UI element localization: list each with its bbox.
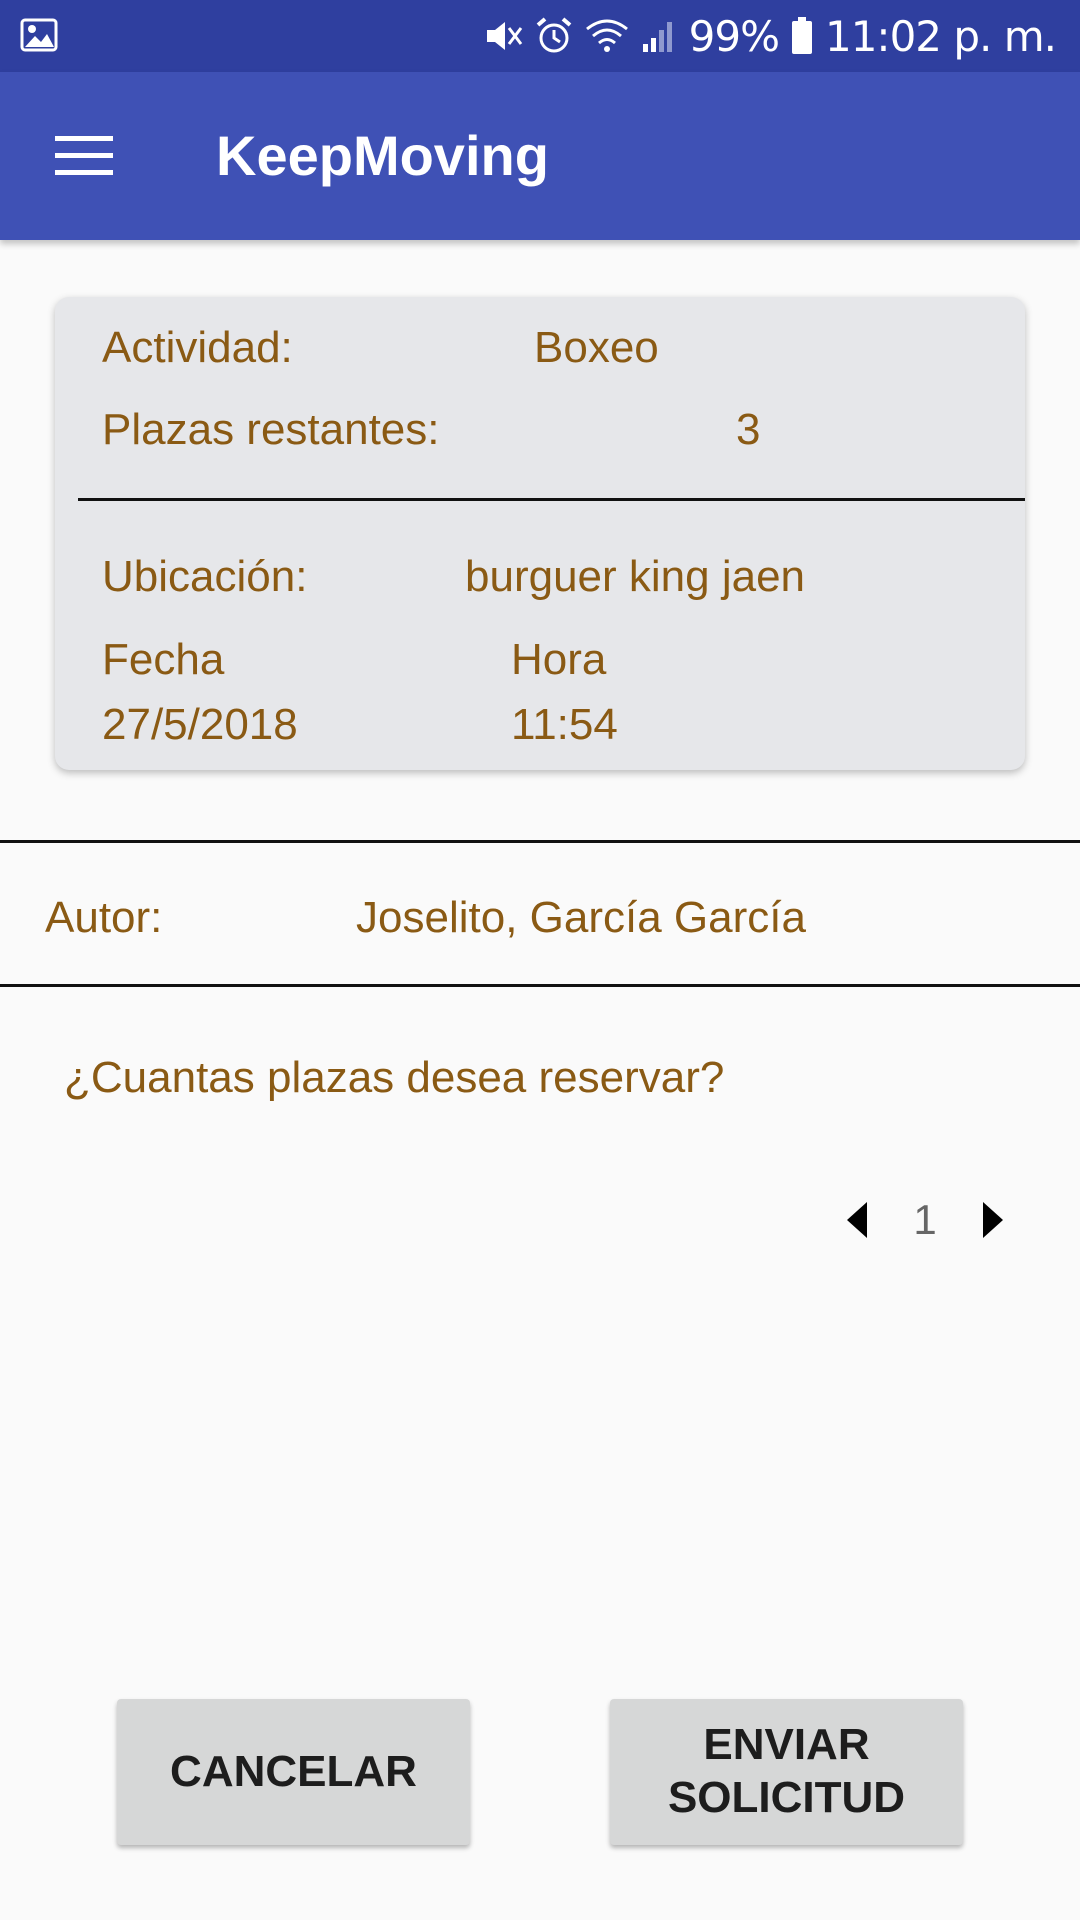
battery-icon (791, 17, 813, 55)
author-value: Joselito, García García (356, 893, 806, 942)
date-label: Fecha (102, 635, 225, 684)
clock: 11:02 p. m. (824, 11, 1057, 61)
triangle-left-icon[interactable] (830, 1190, 886, 1250)
activity-value: Boxeo (534, 323, 659, 372)
activity-card: Actividad: Boxeo Plazas restantes: 3 Ubi… (55, 297, 1025, 770)
app-title: KeepMoving (216, 124, 549, 187)
triangle-right-icon[interactable] (964, 1190, 1020, 1250)
quantity-stepper[interactable]: 1 (830, 1190, 1020, 1250)
cancel-button-label: CANCELAR (170, 1746, 417, 1796)
time-value: 11:54 (511, 700, 618, 749)
wifi-icon (585, 17, 629, 55)
activity-label: Actividad: (102, 323, 293, 372)
author-label: Autor: (45, 893, 163, 942)
mute-icon (483, 18, 523, 54)
submit-request-button-label: ENVIAR SOLICITUD (667, 1720, 906, 1822)
divider-top (0, 840, 1080, 843)
image-icon (20, 18, 58, 52)
time-label: Hora (511, 635, 607, 684)
signal-icon (641, 18, 677, 54)
seats-question: ¿Cuantas plazas desea reservar? (64, 1053, 725, 1102)
date-value: 27/5/2018 (102, 700, 298, 749)
divider-bottom (0, 984, 1080, 987)
status-bar: 99% 11:02 p. m. (0, 0, 1080, 72)
submit-request-button[interactable]: ENVIAR SOLICITUD (610, 1699, 963, 1845)
hamburger-menu-icon[interactable] (38, 114, 130, 198)
cancel-button[interactable]: CANCELAR (117, 1699, 470, 1845)
alarm-icon (535, 17, 573, 55)
location-label: Ubicación: (102, 552, 308, 601)
card-divider (78, 498, 1025, 501)
seats-value: 3 (736, 405, 761, 454)
stepper-value: 1 (913, 1196, 937, 1243)
app-bar: KeepMoving (0, 72, 1080, 240)
location-value: burguer king jaen (465, 552, 806, 601)
seats-label: Plazas restantes: (102, 405, 440, 454)
status-icons: 99% 11:02 p. m. (483, 0, 1057, 72)
battery-percentage: 99% (688, 11, 780, 61)
